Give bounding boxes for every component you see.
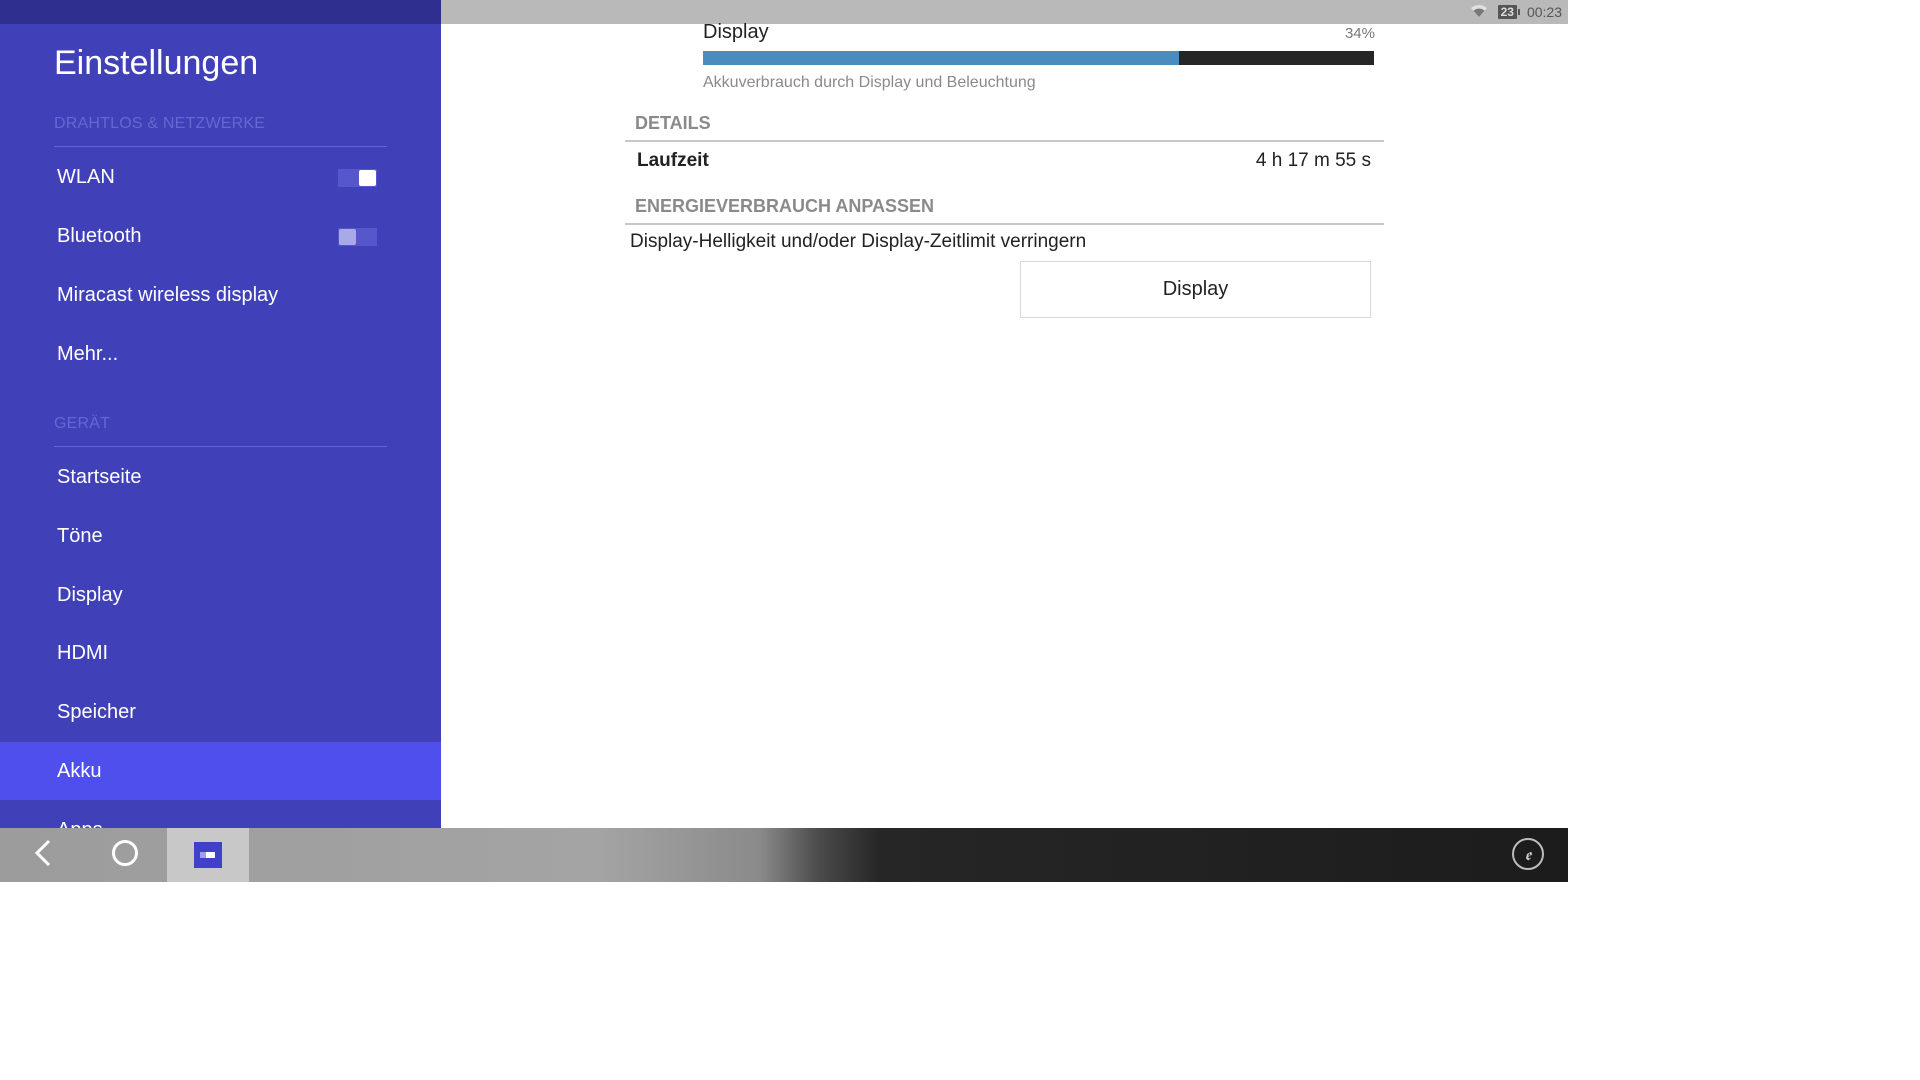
sidebar-item-label: Akku: [57, 759, 102, 782]
home-icon: [111, 839, 139, 872]
status-bar-left: [0, 0, 441, 24]
sidebar-item-label: Speicher: [57, 700, 136, 723]
runtime-value: 4 h 17 m 55 s: [1255, 150, 1371, 171]
usage-description: Akkuverbrauch durch Display und Beleucht…: [703, 74, 1036, 91]
clock: 00:23: [1526, 4, 1562, 20]
adjust-header: ENERGIEVERBRAUCH ANPASSEN: [635, 196, 935, 216]
recents-icon: [194, 842, 222, 868]
sidebar-item-more[interactable]: Mehr...: [0, 325, 441, 383]
bluetooth-toggle[interactable]: [338, 228, 377, 246]
section-divider: [625, 223, 1384, 225]
wlan-toggle[interactable]: [338, 169, 377, 187]
home-button[interactable]: [84, 828, 166, 882]
wifi-icon: [1470, 4, 1488, 21]
back-icon: [33, 838, 53, 873]
sidebar-item-label: WLAN: [57, 165, 115, 188]
usage-percent: 34%: [1344, 25, 1375, 42]
toggle-knob: [339, 229, 356, 245]
back-button[interactable]: [2, 828, 84, 882]
sidebar-title: Einstellungen: [54, 44, 259, 82]
sidebar-item-miracast[interactable]: Miracast wireless display: [0, 266, 441, 324]
adjust-description: Display-Helligkeit und/oder Display-Zeit…: [630, 231, 1087, 252]
sidebar-item-label: Display: [57, 583, 123, 606]
details-header: DETAILS: [635, 113, 711, 133]
sidebar-item-home[interactable]: Startseite: [0, 448, 441, 506]
sidebar-item-apps[interactable]: Apps: [0, 801, 441, 829]
sidebar-item-label: Töne: [57, 524, 103, 547]
section-divider: [625, 140, 1384, 142]
section-divider: [54, 146, 387, 147]
status-bar: 23 00:23: [441, 0, 1568, 24]
toggle-knob: [359, 170, 376, 186]
sidebar-item-hdmi[interactable]: HDMI: [0, 624, 441, 682]
sidebar-item-battery[interactable]: Akku: [0, 742, 441, 800]
sidebar-item-label: Miracast wireless display: [57, 283, 279, 306]
sidebar-item-label: Startseite: [57, 465, 142, 488]
runtime-label: Laufzeit: [637, 150, 709, 171]
sidebar-item-storage[interactable]: Speicher: [0, 683, 441, 741]
battery-detail-panel: Display 34% Akkuverbrauch durch Display …: [441, 21, 1568, 828]
settings-sidebar: Einstellungen DRAHTLOS & NETZWERKE WLAN …: [0, 24, 441, 828]
recents-button[interactable]: [167, 828, 249, 882]
section-divider: [54, 446, 387, 447]
usage-item-label: Display: [703, 21, 769, 43]
section-header-wireless: DRAHTLOS & NETZWERKE: [54, 115, 266, 132]
sidebar-item-label: Apps: [57, 819, 103, 829]
usage-bar: [703, 51, 1374, 65]
sidebar-item-label: Mehr...: [57, 342, 119, 365]
sidebar-item-label: Bluetooth: [57, 224, 142, 247]
navigation-bar: ꬲ: [0, 828, 1568, 882]
app-launcher-icon[interactable]: ꬲ: [1512, 838, 1544, 870]
sidebar-item-sounds[interactable]: Töne: [0, 507, 441, 565]
battery-level-badge: 23: [1497, 5, 1521, 19]
sidebar-item-display[interactable]: Display: [0, 566, 441, 624]
usage-bar-fill: [703, 51, 1180, 65]
section-header-device: GERÄT: [54, 415, 111, 432]
display-settings-button[interactable]: Display: [1020, 261, 1371, 318]
sidebar-item-label: HDMI: [57, 641, 109, 664]
